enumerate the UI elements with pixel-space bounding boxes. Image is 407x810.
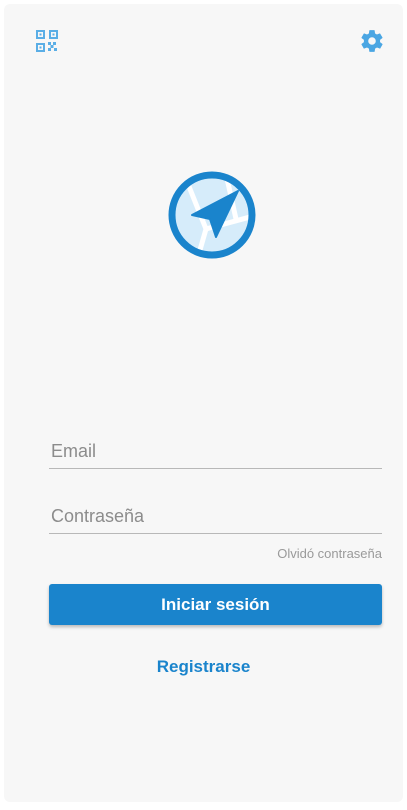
password-field[interactable]	[49, 499, 382, 534]
email-input[interactable]	[49, 434, 382, 468]
gear-icon[interactable]	[357, 26, 387, 56]
app-logo	[166, 169, 258, 261]
password-input[interactable]	[49, 499, 382, 533]
login-button[interactable]: Iniciar sesión	[49, 584, 382, 625]
forgot-password-link[interactable]: Olvidó contraseña	[277, 546, 382, 561]
navigation-arrow-logo	[168, 171, 256, 259]
register-link[interactable]: Registrarse	[4, 657, 403, 677]
qr-code-icon[interactable]	[32, 26, 62, 56]
login-screen: Olvidó contraseña Iniciar sesión Registr…	[4, 4, 403, 802]
email-field[interactable]	[49, 434, 382, 469]
